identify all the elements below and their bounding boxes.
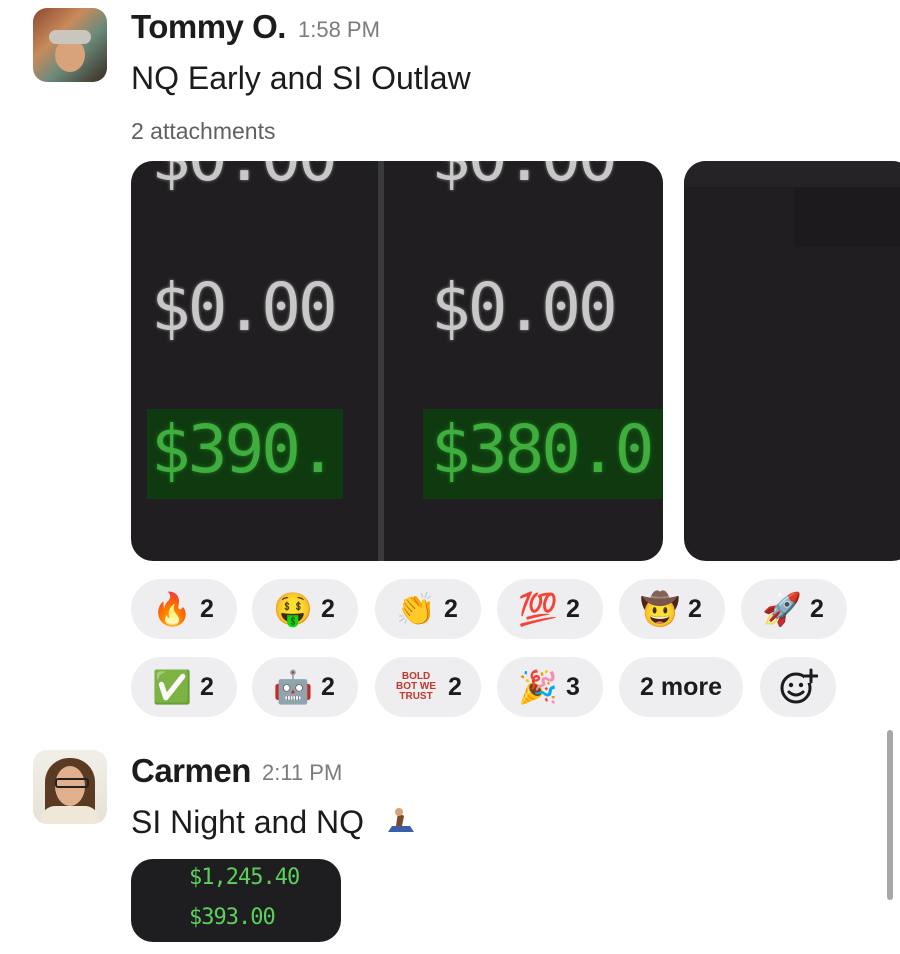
author-name[interactable]: Tommy O. [131, 8, 286, 46]
amount-bottom-right: $380.0 [431, 411, 654, 488]
reaction-hundred[interactable]: 💯 2 [497, 579, 603, 639]
reaction-count: 2 [200, 594, 214, 623]
fire-icon: 🔥 [152, 591, 192, 627]
reaction-count: 2 [444, 594, 458, 623]
amount-top-right: $0.00 [431, 161, 618, 196]
amount-line-1: $1,245.40 [189, 865, 300, 890]
message-text: SI Night and NQ [131, 804, 364, 840]
reaction-party[interactable]: 🎉 3 [497, 657, 603, 717]
amount-line-2: $393.00 [189, 905, 276, 930]
add-reaction-icon [780, 668, 818, 704]
reaction-clap[interactable]: 👏 2 [375, 579, 481, 639]
add-reaction-button[interactable] [760, 657, 836, 717]
more-reactions-label: 2 more [640, 672, 722, 701]
reaction-count: 2 [200, 672, 214, 701]
scrollbar[interactable] [887, 730, 893, 900]
image-2-header [794, 187, 900, 247]
attachment-image-2[interactable] [684, 161, 900, 561]
reaction-count: 2 [688, 594, 702, 623]
attachment-image-1[interactable]: $0.00 $0.00 $0.00 $0.00 $390. $380.0 [131, 161, 663, 561]
reaction-count: 2 [566, 594, 580, 623]
party-popper-icon: 🎉 [518, 669, 558, 705]
rocket-icon: 🚀 [762, 591, 802, 627]
message-timestamp[interactable]: 2:11 PM [262, 760, 342, 786]
avatar-glasses [55, 778, 89, 788]
avatar-shirt [41, 806, 99, 824]
check-mark-button-icon: ✅ [152, 669, 192, 705]
reaction-money-mouth[interactable]: 🤑 2 [252, 579, 358, 639]
reaction-count: 2 [321, 672, 335, 701]
reaction-fire[interactable]: 🔥 2 [131, 579, 237, 639]
custom-emoji-icon [388, 808, 414, 832]
clapping-hands-icon: 👏 [396, 591, 436, 627]
avatar-hat [49, 30, 91, 44]
reaction-count: 2 [810, 594, 824, 623]
author-name[interactable]: Carmen [131, 752, 251, 790]
money-mouth-face-icon: 🤑 [273, 591, 313, 627]
reaction-count: 2 [448, 672, 462, 701]
attachments-label: 2 attachments [131, 118, 276, 144]
reaction-cowboy[interactable]: 🤠 2 [619, 579, 725, 639]
image-2-panel [684, 161, 900, 187]
amount-mid-left: $0.00 [151, 269, 338, 346]
custom-cowboy-emoji-icon: 🤠 [640, 591, 680, 627]
avatar-tommy[interactable] [33, 8, 107, 82]
amount-top-left: $0.00 [151, 161, 338, 196]
message-text: NQ Early and SI Outlaw [131, 60, 471, 96]
reaction-rocket[interactable]: 🚀 2 [741, 579, 847, 639]
reaction-check[interactable]: ✅ 2 [131, 657, 237, 717]
avatar-carmen[interactable] [33, 750, 107, 824]
reaction-count: 3 [566, 672, 580, 701]
more-reactions-button[interactable]: 2 more [619, 657, 743, 717]
robot-icon: 🤖 [273, 669, 313, 705]
reaction-count: 2 [321, 594, 335, 623]
amount-mid-right: $0.00 [431, 269, 618, 346]
bold-bot-we-trust-icon: BOLD BOT WE TRUST [396, 671, 437, 702]
column-divider [378, 161, 384, 561]
reaction-robot[interactable]: 🤖 2 [252, 657, 358, 717]
attachment-image-3[interactable]: $1,245.40 $393.00 [131, 859, 341, 942]
amount-bottom-left: $390. [151, 411, 338, 488]
message-timestamp[interactable]: 1:58 PM [298, 17, 380, 43]
hundred-points-icon: 💯 [518, 591, 558, 627]
reaction-bold-bot[interactable]: BOLD BOT WE TRUST 2 [375, 657, 481, 717]
